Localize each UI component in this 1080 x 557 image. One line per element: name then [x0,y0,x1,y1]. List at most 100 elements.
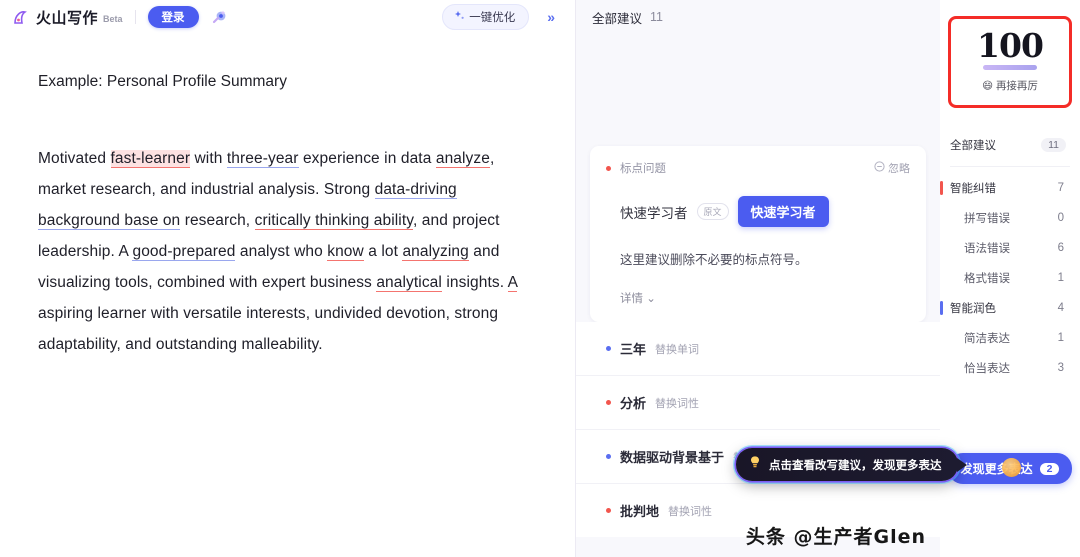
doc-issue-span[interactable]: fast-learner [110,150,191,169]
card-details-toggle[interactable]: 详情 ⌄ [606,290,910,306]
subitem-count: 6 [1057,242,1064,254]
sparkle-icon [453,10,465,25]
score-emoji-icon: 😄 [982,80,994,92]
original-text: 快速学习者 [620,205,688,221]
doc-text: a lot [363,243,403,261]
doc-text: aspiring learner with versatile interest… [38,305,499,354]
doc-issue-span[interactable]: good-prepared [132,243,236,262]
card-header-row: 标点问题 忽略 [606,160,910,176]
score-underline [983,65,1037,70]
tooltip-text: 点击查看改写建议，发现更多表达 [769,459,942,472]
group-count: 7 [1057,182,1064,194]
suggestion-card-expanded[interactable]: 标点问题 忽略 快速学习者 原文 快速学习者 这里建议删除不必要的标点符号。 详… [590,146,926,322]
document-body[interactable]: Motivated fast-learner with three-year e… [38,143,537,360]
doc-text: insights. [441,274,508,292]
sidebar-all-label: 全部建议 [950,140,996,152]
suggestion-tag: 替换词性 [655,397,700,410]
severity-dot-icon [606,508,611,513]
suggestions-column: 全部建议 11 标点问题 忽略 快速学习者 原文 快速学习者 这里建议删除不必要… [576,0,967,557]
watermark: 头条 @生产者Glen [745,526,926,548]
score-label-text: 再接再厉 [995,80,1038,92]
replacement-row: 快速学习者 原文 快速学习者 [606,196,910,227]
subitem-count: 1 [1057,272,1064,284]
app-root: 火山写作 Beta 登录 一键优化 » Example: Personal Pr… [0,0,1080,557]
sidebar-group-err[interactable]: 智能纠错 7 [940,173,1080,203]
doc-issue-span[interactable]: A [507,274,518,293]
subitem-label: 拼写错误 [964,213,1010,225]
suggestions-header-count: 11 [650,10,663,24]
subitem-count: 0 [1057,212,1064,224]
doc-text: Motivated [38,150,111,168]
sidebar-subitem[interactable]: 语法错误 6 [940,233,1080,263]
document-title: Example: Personal Profile Summary [38,73,287,90]
group-color-bar [940,181,943,195]
doc-issue-span[interactable]: know [327,243,364,262]
sidebar-subitem[interactable]: 格式错误 1 [940,263,1080,293]
severity-dot-icon [606,454,611,459]
one-click-optimize-button[interactable]: 一键优化 [442,4,530,30]
suggestion-card-collapsed[interactable]: 分析 替换词性 [576,375,940,429]
beta-tag: Beta [103,14,123,24]
rewrite-hint-tooltip: 点击查看改写建议，发现更多表达 [736,448,967,481]
group-label: 智能纠错 [950,183,996,195]
sidebar-column: 100 😄 再接再厉 全部建议 11 智能纠错 7 拼写错误 0 语法错误 6 格式错误 1 智… [940,0,1080,557]
suggestion-category-list: 全部建议 11 智能纠错 7 拼写错误 0 语法错误 6 格式错误 1 智能润色 4 简洁表达 1 恰当… [940,130,1080,383]
severity-dot-icon [606,165,611,171]
suggestion-word: 数据驱动背景基于 [620,450,725,465]
toolbar-divider [134,10,136,24]
brand-name: 火山写作 [36,9,99,27]
doc-issue-span[interactable]: critically thinking ability [254,212,413,231]
subitem-label: 恰当表达 [964,363,1010,375]
more-button-badge: 2 [1039,462,1060,475]
suggestion-tag: 替换单词 [655,343,700,356]
ignore-label: 忽略 [888,163,910,175]
doc-text: analyst who [235,243,328,261]
subitem-label: 语法错误 [964,243,1010,255]
volcano-logo-icon [12,8,31,27]
card-details-label: 详情 [620,293,643,305]
group-label: 智能润色 [950,303,996,315]
doc-issue-span[interactable]: three-year [226,150,299,169]
chevron-double-right-icon[interactable]: » [537,9,563,25]
sidebar-subitem[interactable]: 拼写错误 0 [940,203,1080,233]
ignore-button[interactable]: 忽略 [874,160,910,176]
suggestion-tag: 替换词性 [668,505,713,518]
login-button[interactable]: 登录 [147,6,199,28]
suggestion-card-collapsed[interactable]: 三年 替换单词 [576,322,940,375]
suggestion-word: 批判地 [620,504,660,519]
collapsed-suggestion-list: 三年替换单词分析替换词性数据驱动背景基于替换词性批判地替换词性 [576,322,940,537]
card-description: 这里建议删除不必要的标点符号。 [620,253,808,267]
suggestions-header-title: 全部建议 [592,11,643,26]
score-value: 100 [977,26,1044,65]
more-button-label: 发现更多表达 [960,462,1033,476]
suggestion-word: 分析 [620,396,647,411]
card-type-label: 标点问题 [620,163,666,175]
sidebar-subitem[interactable]: 恰当表达 3 [940,353,1080,383]
chevron-down-icon: ⌄ [646,293,656,305]
subitem-label: 格式错误 [964,273,1010,285]
sidebar-divider [950,166,1070,167]
discover-more-expressions-button[interactable]: 发现更多表达 2 [948,453,1072,484]
subitem-label: 简洁表达 [964,333,1010,345]
group-color-bar [940,301,943,315]
document-area[interactable]: Example: Personal Profile Summary Motiva… [0,34,575,360]
top-toolbar: 火山写作 Beta 登录 一键优化 » [0,0,575,34]
doc-issue-span[interactable]: analytical [376,274,442,293]
group-count: 4 [1057,302,1064,314]
sidebar-item-all-suggestions[interactable]: 全部建议 11 [940,130,1080,160]
score-highlight-box: 100 😄 再接再厉 [948,16,1072,108]
tooltip-arrow [956,457,967,472]
sidebar-group-pol[interactable]: 智能润色 4 [940,293,1080,323]
doc-issue-span[interactable]: analyze [435,150,490,169]
optimize-label: 一键优化 [469,12,516,24]
sidebar-subitem[interactable]: 简洁表达 1 [940,323,1080,353]
apply-replacement-button[interactable]: 快速学习者 [737,196,829,227]
sidebar-groups: 智能纠错 7 拼写错误 0 语法错误 6 格式错误 1 智能润色 4 简洁表达 1 恰当表达 3 [940,173,1080,383]
suggestions-header: 全部建议 11 [576,0,940,34]
doc-text: experience in data [298,150,436,168]
doc-text: research, [180,212,255,230]
magic-wand-icon[interactable] [207,5,231,29]
score-label: 😄 再接再厉 [951,78,1069,93]
sidebar-all-count: 11 [1041,138,1066,152]
doc-issue-span[interactable]: analyzing [402,243,469,262]
